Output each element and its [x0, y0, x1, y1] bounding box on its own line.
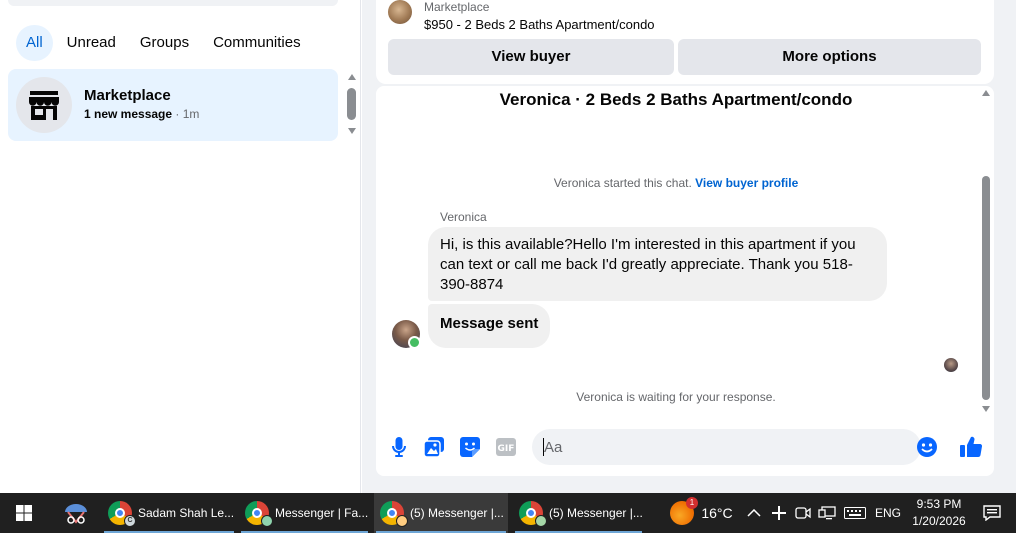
photo-icon[interactable] [423, 436, 445, 458]
filter-communities[interactable]: Communities [203, 25, 311, 61]
scroll-thumb[interactable] [347, 88, 356, 120]
search-area-edge [8, 0, 338, 6]
chat-list-scrollbar[interactable] [343, 70, 361, 138]
windows-start-icon[interactable] [0, 493, 48, 533]
chrome-icon: C [108, 501, 136, 527]
listing-card: Marketplace $950 - 2 Beds 2 Baths Apartm… [376, 0, 994, 84]
weather-widget[interactable]: 1 [670, 493, 698, 533]
emoji-icon[interactable] [916, 436, 938, 458]
scroll-down-arrow[interactable] [348, 128, 356, 134]
chat-item-marketplace[interactable]: Marketplace 1 new message · 1m [8, 69, 338, 141]
profile-badge: C [124, 515, 136, 527]
sender-avatar[interactable] [392, 320, 421, 349]
taskbar-app-label: (5) Messenger |... [410, 506, 504, 520]
plus-icon[interactable] [768, 493, 790, 533]
gif-label: GIF [498, 444, 515, 454]
profile-badge [396, 515, 408, 527]
waiting-notice: Veronica is waiting for your response. [576, 390, 776, 404]
filter-all[interactable]: All [16, 25, 53, 61]
conversation-heading: Veronica · 2 Beds 2 Baths Apartment/cond… [499, 90, 853, 109]
keyboard-icon[interactable] [842, 493, 868, 533]
conversation-area: Marketplace $950 - 2 Beds 2 Baths Apartm… [362, 0, 1016, 493]
weather-badge: 1 [686, 497, 698, 509]
storefront-icon [16, 77, 72, 133]
language-indicator[interactable]: ENG [872, 493, 904, 533]
taskbar-app-label: (5) Messenger |... [549, 506, 643, 520]
temperature[interactable]: 16°C [698, 493, 736, 533]
chat-scrollbar[interactable] [978, 86, 994, 416]
message-bubble[interactable]: Hi, is this available?Hello I'm interest… [428, 227, 887, 301]
windows-taskbar: C Sadam Shah Le... Messenger | Fa... (5)… [0, 493, 1016, 533]
taskbar-app-label: Sadam Shah Le... [138, 506, 235, 520]
clock-date: 1/20/2026 [912, 514, 966, 528]
chat-filters: All Unread Groups Communities [16, 25, 311, 61]
snipping-tool-icon[interactable] [52, 493, 100, 533]
chevron-up-icon[interactable] [744, 493, 764, 533]
taskbar-chrome-app-active[interactable]: (5) Messenger |... [374, 493, 508, 533]
taskbar-chrome-app[interactable]: C Sadam Shah Le... [102, 493, 236, 533]
scroll-up-arrow[interactable] [982, 90, 990, 96]
listing-title[interactable]: $950 - 2 Beds 2 Baths Apartment/condo [424, 17, 655, 32]
message-input[interactable] [544, 429, 904, 465]
message-bubble[interactable]: Message sent [428, 304, 551, 348]
chat-preview: 1 new message · 1m [84, 107, 199, 121]
chat-list-panel: All Unread Groups Communities Marketplac… [0, 0, 361, 493]
filter-unread[interactable]: Unread [57, 25, 126, 61]
filter-groups[interactable]: Groups [130, 25, 199, 61]
message-input-box[interactable] [532, 429, 937, 465]
seen-receipt-avatar [944, 358, 958, 372]
chat-thread: Veronica · 2 Beds 2 Baths Apartment/cond… [376, 86, 994, 476]
scroll-thumb[interactable] [982, 176, 990, 400]
started-text: Veronica started this chat. [553, 176, 692, 190]
microphone-icon[interactable] [388, 436, 410, 458]
chat-time: · 1m [172, 107, 200, 121]
clock-time: 9:53 PM [916, 497, 962, 511]
chat-started-notice: Veronica started this chat. View buyer p… [376, 176, 976, 190]
scroll-down-arrow[interactable] [982, 406, 990, 412]
scroll-up-arrow[interactable] [348, 74, 356, 80]
chrome-icon [380, 501, 408, 527]
profile-badge [261, 515, 273, 527]
weather-icon: 1 [670, 497, 698, 525]
chrome-icon [245, 501, 273, 527]
more-options-button[interactable]: More options [678, 39, 981, 75]
sticker-icon[interactable] [459, 436, 481, 458]
network-icon[interactable] [816, 493, 838, 533]
chat-unread-text: 1 new message [84, 107, 173, 121]
taskbar-chrome-app[interactable]: (5) Messenger |... [513, 493, 644, 533]
listing-thumbnail[interactable] [388, 0, 412, 24]
taskbar-chrome-app[interactable]: Messenger | Fa... [239, 493, 370, 533]
like-icon[interactable] [960, 436, 982, 458]
listing-source: Marketplace [424, 0, 490, 14]
chat-title: Marketplace [84, 87, 171, 104]
view-buyer-profile-link[interactable]: View buyer profile [695, 176, 798, 190]
notifications-icon[interactable] [978, 493, 1006, 533]
profile-badge [535, 515, 547, 527]
view-buyer-button[interactable]: View buyer [388, 39, 674, 75]
meet-now-icon[interactable] [792, 493, 814, 533]
gif-icon[interactable]: GIF [495, 436, 517, 458]
taskbar-app-label: Messenger | Fa... [275, 506, 369, 520]
sender-name: Veronica [440, 210, 487, 224]
chrome-icon [519, 501, 547, 527]
system-clock[interactable]: 9:53 PM 1/20/2026 [905, 496, 973, 530]
